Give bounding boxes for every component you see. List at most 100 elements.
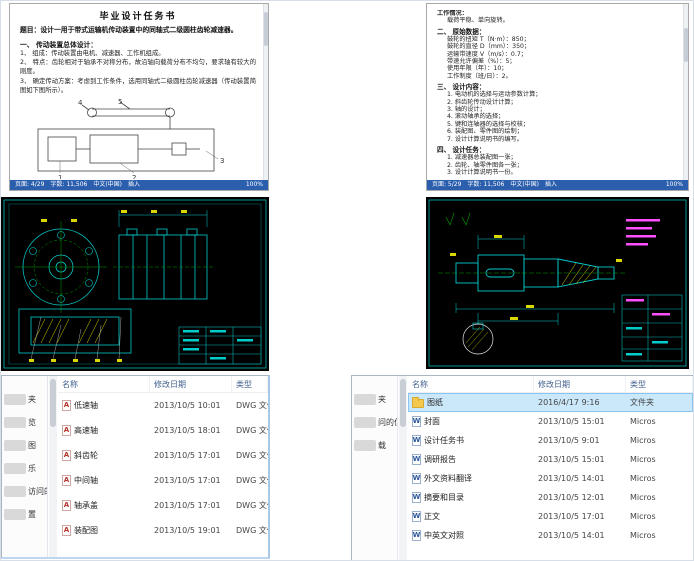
sidebar-item[interactable]: 夹 bbox=[352, 388, 397, 411]
sidebar-item[interactable]: 夹 bbox=[2, 388, 47, 411]
status-zoom-level[interactable]: 100% bbox=[246, 180, 263, 190]
file-type: Micros bbox=[626, 436, 693, 445]
file-row[interactable]: A中间轴 2013/10/5 17:01 DWG 文件 bbox=[58, 468, 268, 493]
status-zoom-level[interactable]: 100% bbox=[666, 180, 683, 190]
dwg-file-icon: A bbox=[62, 500, 71, 511]
paragraph: 1、 组成：传动装置由电机、减速器、工作机组成。 bbox=[20, 50, 256, 59]
content-line: 6. 装配图、零件图的绘制； bbox=[437, 128, 676, 135]
column-header-date[interactable]: 修改日期 bbox=[150, 376, 232, 392]
word-file-icon: W bbox=[412, 454, 421, 465]
file-row[interactable]: W中英文对照 2013/10/5 14:01 Micros bbox=[408, 526, 693, 545]
part-callout: 3 bbox=[220, 157, 224, 165]
part-callout: 1 bbox=[58, 174, 62, 179]
file-date: 2013/10/5 17:01 bbox=[150, 501, 232, 510]
file-date: 2013/10/5 12:01 bbox=[534, 493, 626, 502]
file-date: 2013/10/5 19:01 bbox=[150, 526, 232, 535]
paragraph: 3、 确定传动方案：考虑到工作条件，选用同轴式二级圆柱齿轮减速器（传动装置简图如… bbox=[20, 78, 256, 96]
scrollbar-thumb[interactable] bbox=[50, 379, 56, 427]
file-row[interactable]: W设计任务书 2013/10/5 9:01 Micros bbox=[408, 431, 693, 450]
folder-tree-icon bbox=[354, 394, 376, 405]
sidebar-item[interactable]: 置 bbox=[2, 503, 47, 526]
file-name: 摘要和目录 bbox=[424, 492, 464, 503]
vertical-scrollbar[interactable] bbox=[399, 376, 407, 560]
cad-assembly-drawing bbox=[1, 197, 269, 371]
file-name: 设计任务书 bbox=[424, 435, 464, 446]
doc-vertical-scrollbar[interactable] bbox=[683, 4, 688, 180]
explorer-nav-pane: 夹 问的位置 载 bbox=[352, 376, 398, 560]
part-callout: 4 bbox=[78, 99, 83, 107]
word-file-icon: W bbox=[412, 473, 421, 484]
file-date: 2013/10/5 18:01 bbox=[150, 426, 232, 435]
column-header-type[interactable]: 类型 bbox=[626, 376, 693, 392]
file-row[interactable]: W封面 2013/10/5 15:01 Micros bbox=[408, 412, 693, 431]
sidebar-item-label: 览 bbox=[28, 417, 36, 428]
scrollbar-thumb[interactable] bbox=[684, 28, 688, 62]
file-list: 名称 修改日期 类型 A低速轴 2013/10/5 10:01 DWG 文件 A… bbox=[58, 376, 268, 557]
part-callout: 5 bbox=[118, 99, 122, 106]
dwg-file-icon: A bbox=[62, 475, 71, 486]
sidebar-item[interactable]: 访问的位置 bbox=[2, 480, 47, 503]
file-name: 外文资料翻译 bbox=[424, 473, 472, 484]
column-header-name[interactable]: 名称 bbox=[408, 376, 534, 392]
column-header-name[interactable]: 名称 bbox=[58, 376, 150, 392]
sidebar-item[interactable]: 乐 bbox=[2, 457, 47, 480]
file-date: 2013/10/5 17:01 bbox=[150, 476, 232, 485]
file-row[interactable]: A斜齿轮 2013/10/5 17:01 DWG 文件 bbox=[58, 443, 268, 468]
task-book-document-page2: 工作情况： 载荷平稳、单向旋转。 二、 原始数据： 鼓轮的扭矩 T（N·m）：8… bbox=[426, 3, 689, 191]
folder-tree-icon bbox=[4, 463, 26, 474]
file-explorer-documents: 夹 问的位置 载 名称 修改日期 类型 图纸 2016/4/17 9:16 文件… bbox=[351, 375, 694, 561]
doc-vertical-scrollbar[interactable] bbox=[263, 4, 268, 180]
folder-icon bbox=[412, 399, 424, 408]
file-row[interactable]: A高速轴 2013/10/5 18:01 DWG 文件 bbox=[58, 418, 268, 443]
document-body: 毕业设计任务书 题目：设计一用于带式运输机传动装置中的同轴式二级圆柱齿轮减速器。… bbox=[20, 4, 256, 179]
file-name: 调研报告 bbox=[424, 454, 456, 465]
file-row[interactable]: W外文资料翻译 2013/10/5 14:01 Micros bbox=[408, 469, 693, 488]
screenshot-collage: 毕业设计任务书 题目：设计一用于带式运输机传动装置中的同轴式二级圆柱齿轮减速器。… bbox=[0, 0, 694, 561]
part-callout: 2 bbox=[132, 174, 136, 179]
scrollbar-thumb[interactable] bbox=[264, 12, 268, 46]
section-heading: 一、 传动装置总体设计： bbox=[20, 39, 256, 49]
dwg-file-icon: A bbox=[62, 525, 71, 536]
file-row[interactable]: A装配图 2013/10/5 19:01 DWG 文件 bbox=[58, 518, 268, 543]
file-date: 2013/10/5 17:01 bbox=[150, 451, 232, 460]
cad-shaft-panel bbox=[426, 197, 689, 369]
file-row[interactable]: A低速轴 2013/10/5 10:01 DWG 文件 bbox=[58, 393, 268, 418]
file-type: 文件夹 bbox=[626, 397, 693, 408]
word-file-icon: W bbox=[412, 435, 421, 446]
file-row[interactable]: A轴承盖 2013/10/5 17:01 DWG 文件 bbox=[58, 493, 268, 518]
file-name: 斜齿轮 bbox=[74, 450, 98, 461]
section-heading: 四、 设计任务： bbox=[437, 146, 676, 154]
sidebar-item-label: 夹 bbox=[28, 394, 36, 405]
file-name: 装配图 bbox=[74, 525, 98, 536]
file-type: Micros bbox=[626, 531, 693, 540]
folder-tree-icon bbox=[4, 394, 26, 405]
sidebar-item[interactable]: 问的位置 bbox=[352, 411, 397, 434]
task-book-document-page1: 毕业设计任务书 题目：设计一用于带式运输机传动装置中的同轴式二级圆柱齿轮减速器。… bbox=[9, 3, 269, 191]
file-date: 2013/10/5 9:01 bbox=[534, 436, 626, 445]
design-topic: 题目：设计一用于带式运输机传动装置中的同轴式二级圆柱齿轮减速器。 bbox=[20, 26, 256, 36]
word-status-bar: 页面: 4/29 字数: 11,506 中文(中国) 插入 100% bbox=[10, 180, 268, 190]
sidebar-item[interactable]: 载 bbox=[352, 434, 397, 457]
file-row[interactable]: W摘要和目录 2013/10/5 12:01 Micros bbox=[408, 488, 693, 507]
file-date: 2013/10/5 10:01 bbox=[150, 401, 232, 410]
word-file-icon: W bbox=[412, 530, 421, 541]
section-heading: 二、 原始数据： bbox=[437, 28, 676, 36]
content-line: 1. 电动机的选择与运动参数计算； bbox=[437, 91, 676, 98]
sidebar-item-label: 图 bbox=[28, 440, 36, 451]
file-type: DWG 文件 bbox=[232, 450, 268, 461]
task-line: 3. 设计计算说明书一份。 bbox=[437, 169, 676, 176]
dwg-file-icon: A bbox=[62, 400, 71, 411]
file-row-selected[interactable]: 图纸 2016/4/17 9:16 文件夹 bbox=[408, 393, 693, 412]
scrollbar-thumb[interactable] bbox=[400, 379, 406, 427]
sidebar-item[interactable]: 图 bbox=[2, 434, 47, 457]
file-name: 中间轴 bbox=[74, 475, 98, 486]
file-row[interactable]: W正文 2013/10/5 17:01 Micros bbox=[408, 507, 693, 526]
task-line: 1. 减速器总装配图一张； bbox=[437, 154, 676, 161]
file-date: 2013/10/5 14:01 bbox=[534, 474, 626, 483]
status-page-info: 页面: 5/29 字数: 11,506 中文(中国) 插入 bbox=[432, 180, 557, 190]
sidebar-item[interactable]: 览 bbox=[2, 411, 47, 434]
file-row[interactable]: W调研报告 2013/10/5 15:01 Micros bbox=[408, 450, 693, 469]
column-header-date[interactable]: 修改日期 bbox=[534, 376, 626, 392]
vertical-scrollbar[interactable] bbox=[49, 376, 57, 557]
column-header-type[interactable]: 类型 bbox=[232, 376, 268, 392]
